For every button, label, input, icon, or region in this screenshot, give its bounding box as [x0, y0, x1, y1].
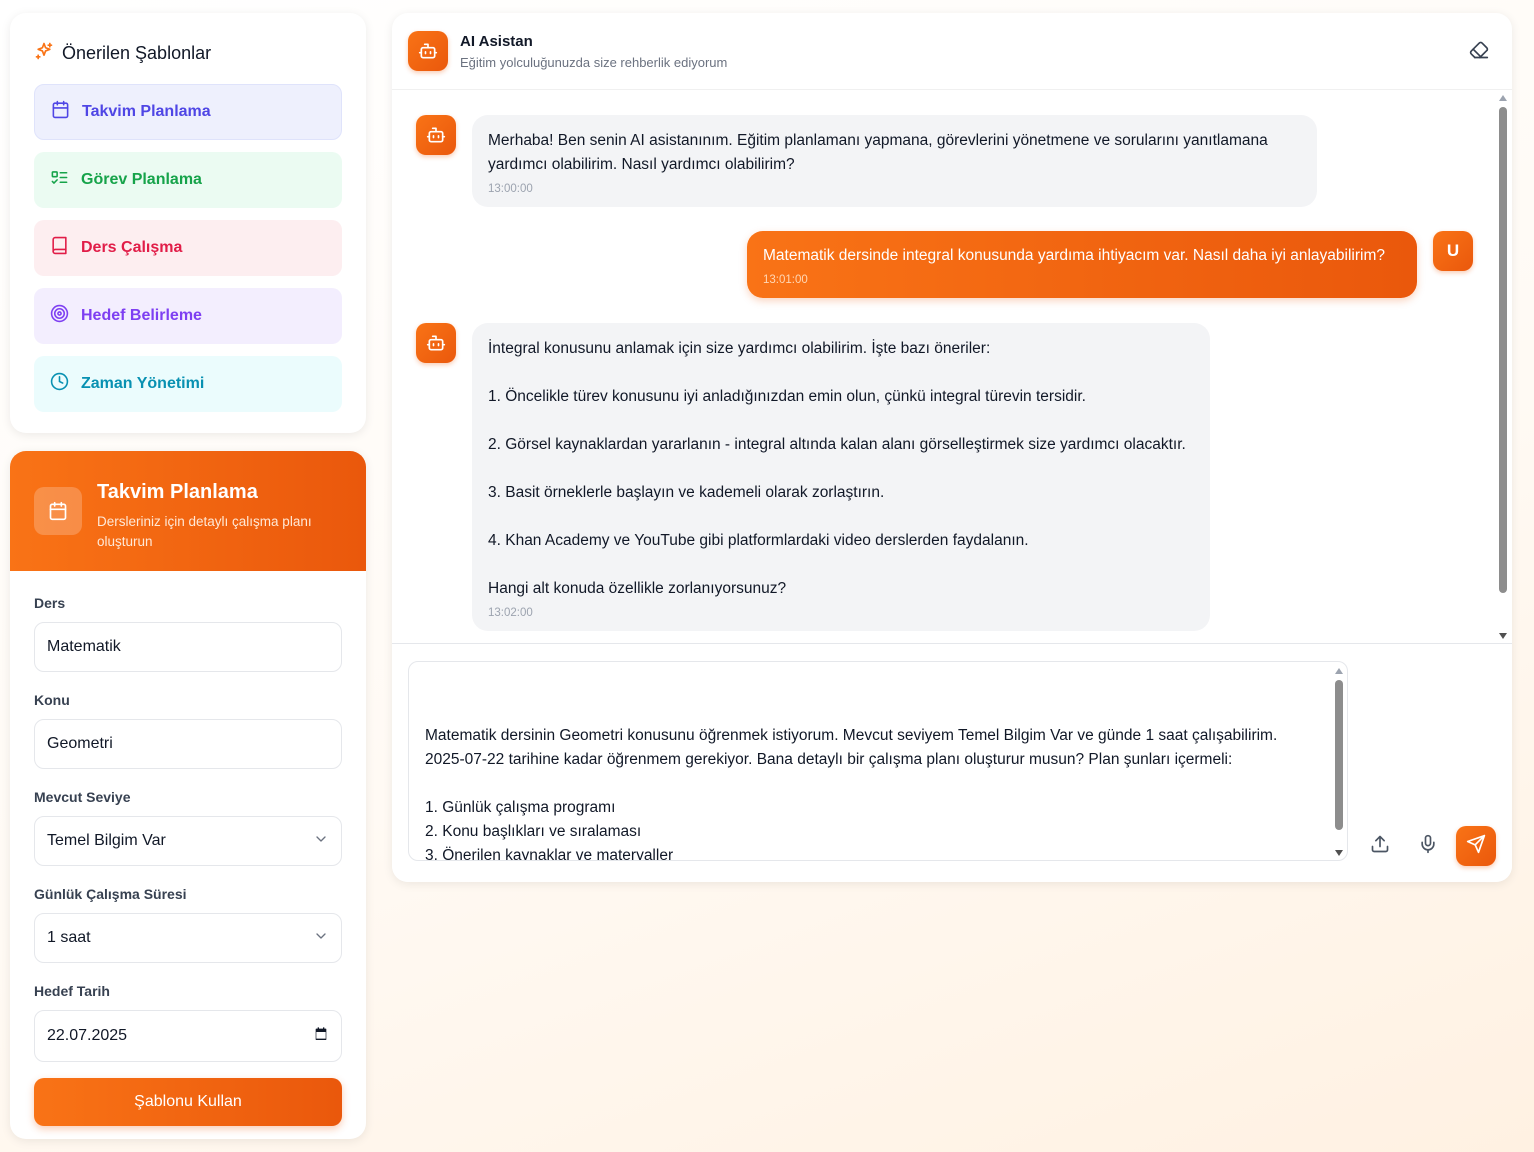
- tarih-label: Hedef Tarih: [34, 983, 110, 999]
- sure-label: Günlük Çalışma Süresi: [34, 886, 187, 902]
- templates-header: Önerilen Şablonlar: [34, 41, 342, 66]
- seviye-value: Temel Bilgim Var: [47, 832, 166, 849]
- message-text: İntegral konusunu anlamak için size yard…: [488, 340, 1186, 597]
- chevron-down-icon: [313, 831, 329, 852]
- templates-title: Önerilen Şablonlar: [62, 43, 212, 63]
- message-time: 13:00:00: [488, 183, 533, 195]
- assistant-message: İntegral konusunu anlamak için size yard…: [416, 323, 1210, 631]
- assistant-message: Merhaba! Ben senin AI asistanınım. Eğiti…: [416, 115, 1317, 207]
- template-zaman-yonetimi[interactable]: Zaman Yönetimi: [34, 356, 342, 412]
- message-text: Matematik dersinde integral konusunda ya…: [763, 247, 1386, 264]
- clear-chat-button[interactable]: [1468, 41, 1490, 63]
- microphone-button[interactable]: [1408, 826, 1448, 866]
- user-message: Matematik dersinde integral konusunda ya…: [747, 231, 1473, 298]
- konu-value: Geometri: [47, 735, 113, 752]
- task-list-icon: [50, 168, 69, 192]
- konu-label: Konu: [34, 692, 70, 708]
- use-template-button[interactable]: Şablonu Kullan: [34, 1078, 342, 1126]
- form-title: Takvim Planlama: [97, 481, 258, 503]
- book-icon: [50, 236, 69, 260]
- message-time: 13:01:00: [763, 274, 808, 286]
- template-gorev-planlama[interactable]: Görev Planlama: [34, 152, 342, 208]
- form-description: Dersleriniz için detaylı çalışma planı o…: [97, 514, 312, 549]
- scroll-down-arrow[interactable]: [1335, 850, 1343, 856]
- calendar-icon: [51, 100, 70, 124]
- scroll-up-arrow[interactable]: [1499, 95, 1507, 101]
- send-icon: [1466, 834, 1486, 859]
- chat-subtitle: Eğitim yolculuğunuzda size rehberlik edi…: [460, 54, 728, 70]
- seviye-label: Mevcut Seviye: [34, 789, 131, 805]
- sure-select[interactable]: 1 saat: [34, 913, 342, 963]
- microphone-icon: [1418, 834, 1438, 859]
- eraser-icon: [1469, 40, 1489, 65]
- ders-label: Ders: [34, 595, 66, 611]
- message-bubble: Matematik dersinde integral konusunda ya…: [747, 231, 1417, 298]
- upload-button[interactable]: [1360, 826, 1400, 866]
- chat-title: AI Asistan: [460, 32, 533, 50]
- template-takvim-planlama[interactable]: Takvim Planlama: [34, 84, 342, 140]
- message-input[interactable]: Matematik dersinin Geometri konusunu öğr…: [408, 661, 1348, 861]
- konu-input[interactable]: Geometri: [34, 719, 342, 769]
- ders-input[interactable]: Matematik: [34, 622, 342, 672]
- calendar-picker-icon[interactable]: [313, 1026, 329, 1047]
- calendar-icon: [34, 487, 82, 535]
- sure-value: 1 saat: [47, 929, 91, 946]
- template-label: Görev Planlama: [81, 171, 202, 188]
- tarih-input[interactable]: 22.07.2025: [34, 1010, 342, 1062]
- template-label: Takvim Planlama: [82, 103, 211, 120]
- messages-scrollbar[interactable]: [1498, 91, 1508, 643]
- chat-panel: AI Asistan Eğitim yolculuğunuzda size re…: [392, 13, 1512, 882]
- message-list: Merhaba! Ben senin AI asistanınım. Eğiti…: [392, 91, 1512, 643]
- template-label: Ders Çalışma: [81, 239, 183, 256]
- chevron-down-icon: [313, 928, 329, 949]
- message-bubble: Merhaba! Ben senin AI asistanınım. Eğiti…: [472, 115, 1317, 207]
- scroll-down-arrow[interactable]: [1499, 633, 1507, 639]
- message-composer: Matematik dersinin Geometri konusunu öğr…: [392, 643, 1512, 882]
- template-form-panel: Takvim Planlama Dersleriniz için detaylı…: [10, 451, 366, 1139]
- scroll-thumb[interactable]: [1335, 680, 1343, 830]
- scroll-up-arrow[interactable]: [1335, 668, 1343, 674]
- template-label: Zaman Yönetimi: [81, 375, 205, 392]
- avatar: U: [1433, 231, 1473, 271]
- message-time: 13:02:00: [488, 607, 533, 619]
- bot-icon: [416, 115, 456, 155]
- tarih-value: 22.07.2025: [47, 1027, 128, 1044]
- scroll-thumb[interactable]: [1499, 107, 1507, 593]
- template-ders-calisma[interactable]: Ders Çalışma: [34, 220, 342, 276]
- bot-icon: [408, 31, 448, 71]
- upload-icon: [1370, 834, 1390, 859]
- templates-panel: Önerilen Şablonlar Takvim Planlama Görev…: [10, 13, 366, 433]
- message-bubble: İntegral konusunu anlamak için size yard…: [472, 323, 1210, 631]
- template-hedef-belirleme[interactable]: Hedef Belirleme: [34, 288, 342, 344]
- ders-value: Matematik: [47, 638, 121, 655]
- message-input-value: Matematik dersinin Geometri konusunu öğr…: [425, 727, 1278, 861]
- target-icon: [50, 304, 69, 328]
- send-button[interactable]: [1456, 826, 1496, 866]
- clock-icon: [50, 372, 69, 396]
- input-scrollbar[interactable]: [1333, 662, 1345, 860]
- sparkles-icon: [34, 41, 54, 66]
- chat-header: AI Asistan Eğitim yolculuğunuzda size re…: [392, 13, 1512, 90]
- template-label: Hedef Belirleme: [81, 307, 202, 324]
- bot-icon: [416, 323, 456, 363]
- message-text: Merhaba! Ben senin AI asistanınım. Eğiti…: [488, 132, 1273, 173]
- form-header: Takvim Planlama Dersleriniz için detaylı…: [10, 451, 366, 571]
- seviye-select[interactable]: Temel Bilgim Var: [34, 816, 342, 866]
